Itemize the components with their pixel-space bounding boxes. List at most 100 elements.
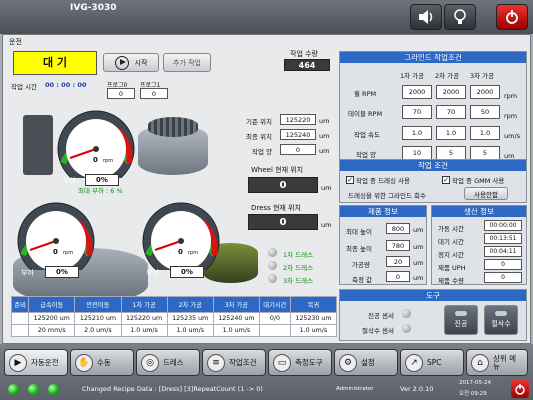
wait-time-label: 대기 시간	[438, 238, 464, 246]
work-amount-2[interactable]: 5	[436, 146, 466, 160]
stop-time-value: 00:04:11	[484, 246, 522, 257]
coolant-sensor-label: 절삭수 센서	[362, 327, 394, 335]
tools-panel: 도구 진공 센서 절삭수 센서 진공 절삭수	[339, 289, 527, 341]
amount-value: 0	[280, 144, 316, 155]
table-rpm-2[interactable]: 70	[436, 105, 466, 119]
app-title: IVG-3030	[70, 3, 117, 13]
nav-measure-tool[interactable]: ▭ 측정도구	[268, 349, 332, 376]
checkbox-checked-icon: ✓	[442, 176, 450, 184]
final-position-value: 125240	[280, 129, 316, 140]
grind-col-2: 2차 가공	[435, 72, 460, 80]
vacuum-button[interactable]: 진공	[444, 305, 478, 335]
status-led-1	[8, 384, 19, 395]
dress-count-button[interactable]: 사용안함	[464, 187, 508, 200]
dress-position-unit: um	[321, 221, 332, 229]
main-rpm-value: 0	[93, 156, 98, 164]
table-cell: 1.0 um/s	[289, 324, 338, 337]
measure-value: 0	[386, 271, 410, 282]
nav-auto-run[interactable]: ▶ 자동운전	[4, 349, 68, 376]
final-height-label: 최종 높이	[346, 245, 372, 253]
ref-position-value: 125220	[280, 114, 316, 125]
wheel-rpm-1[interactable]: 2000	[402, 85, 432, 99]
process-col-rapid: 급속이동	[28, 296, 76, 313]
status-led-2	[28, 384, 39, 395]
start-label: 시작	[134, 58, 148, 67]
amount-unit: um	[319, 147, 330, 155]
nav-spc-label: SPC	[427, 358, 442, 367]
max-height-value[interactable]: 800	[386, 223, 410, 234]
home-icon: ⌂	[471, 353, 489, 372]
table-rpm-3[interactable]: 50	[470, 105, 500, 119]
nav-settings-label: 설정	[361, 358, 375, 367]
max-height-label: 최대 높이	[346, 228, 372, 236]
status-date: 2017-05-24	[459, 380, 491, 386]
nav-settings[interactable]: ⚙ 설정	[334, 349, 398, 376]
wait-time-value: 00:13:51	[484, 233, 522, 244]
dresser-rpm-value: 0	[178, 248, 183, 256]
table-cell	[258, 324, 291, 337]
main-rpm-unit: rpm	[103, 158, 114, 164]
final-height-value[interactable]: 780	[386, 240, 410, 251]
table-cell: 125240 um	[212, 312, 260, 325]
sound-button[interactable]	[410, 4, 442, 30]
gear-icon: ⚙	[339, 353, 357, 372]
nav-manual-label: 수동	[97, 358, 111, 367]
nav-work-conditions[interactable]: ≡ 작업조건	[202, 349, 266, 376]
exit-button[interactable]	[511, 380, 529, 398]
dress-step2-label: 2차 드레스	[283, 264, 314, 272]
work-amount-3[interactable]: 5	[470, 146, 500, 160]
light-button[interactable]	[444, 4, 476, 30]
work-speed-3[interactable]: 1.0	[470, 126, 500, 140]
status-message: Changed Recipe Data : [Dress] [3]RepeatC…	[82, 385, 263, 393]
run-section-label: 운전	[9, 38, 22, 46]
toggle-icon	[455, 311, 467, 316]
power-icon	[515, 384, 525, 395]
production-info-panel: 생산 정보 가동 시간 00:00:00 대기 시간 00:13:51 정지 시…	[431, 205, 527, 285]
bottom-bar: ▶ 자동운전 ✋ 수동 ◎ 드레스 ≡ 작업조건 ▭ 측정도구 ⚙ 설정 ↗ SPC ⌂ 상위 …	[0, 344, 533, 400]
status-user: Administrator	[336, 386, 374, 392]
process-col-first: 1차 가공	[120, 296, 168, 313]
start-button[interactable]: 시작	[103, 53, 159, 72]
dressing-checkbox-label: 작업 중 드레싱 사용	[356, 177, 411, 185]
table-cell	[10, 312, 30, 325]
grind-amount-value[interactable]: 20	[386, 256, 410, 267]
product-info-title: 제품 정보	[340, 206, 426, 217]
work-speed-1[interactable]: 1.0	[402, 126, 432, 140]
dressing-checkbox[interactable]: ✓ 작업 중 드레싱 사용	[346, 175, 410, 185]
machine-state: 대 기	[13, 51, 97, 75]
wheel-rpm-2[interactable]: 2000	[436, 85, 466, 99]
table-cell: 125235 um	[166, 312, 214, 325]
gmm-checkbox[interactable]: ✓ 작업 중 GMM 사용	[442, 175, 504, 185]
work-amount-1[interactable]: 10	[402, 146, 432, 160]
uph-value: 0	[484, 259, 522, 270]
grind-col-1: 1차 가공	[400, 72, 425, 80]
main-panel: 운전 대 기 시작 추가 작업 작업 시간 00 : 00 : 00 프로그0 …	[2, 34, 531, 344]
table-rpm-1[interactable]: 70	[402, 105, 432, 119]
nav-dress[interactable]: ◎ 드레스	[136, 349, 200, 376]
table-cell: 125210 um	[74, 312, 122, 325]
table-cell: 1.0 um/s	[166, 324, 214, 337]
coolant-button[interactable]: 절삭수	[484, 305, 518, 335]
dress-step1-label: 1차 드레스	[283, 251, 314, 259]
chart-arrow-icon: ↗	[405, 353, 423, 372]
nav-auto-run-label: 자동운전	[31, 358, 59, 367]
toggle-icon	[495, 311, 507, 316]
product-count-value: 0	[484, 272, 522, 283]
nav-measure-tool-label: 측정도구	[295, 358, 323, 367]
table-rpm-unit: rpm	[63, 250, 74, 256]
table-cell: 20 mm/s	[28, 324, 76, 337]
tools-title: 도구	[340, 290, 526, 301]
run-time-label: 가동 시간	[438, 225, 464, 233]
nav-spc[interactable]: ↗ SPC	[400, 349, 464, 376]
nav-parent-menu[interactable]: ⌂ 상위 메뉴	[466, 349, 528, 376]
wheel-rpm-3[interactable]: 2000	[470, 85, 500, 99]
dress-count-label: 드레싱을 위한 그라인드 회수	[348, 192, 426, 200]
work-speed-2[interactable]: 1.0	[436, 126, 466, 140]
add-job-button[interactable]: 추가 작업	[163, 53, 211, 72]
process-col-safe: 안전이동	[74, 296, 122, 313]
power-button[interactable]	[496, 4, 528, 30]
nav-manual[interactable]: ✋ 수동	[70, 349, 134, 376]
wheel-position-value: 0	[248, 177, 318, 193]
checkbox-checked-icon: ✓	[346, 176, 354, 184]
rpm-dial	[57, 110, 135, 188]
